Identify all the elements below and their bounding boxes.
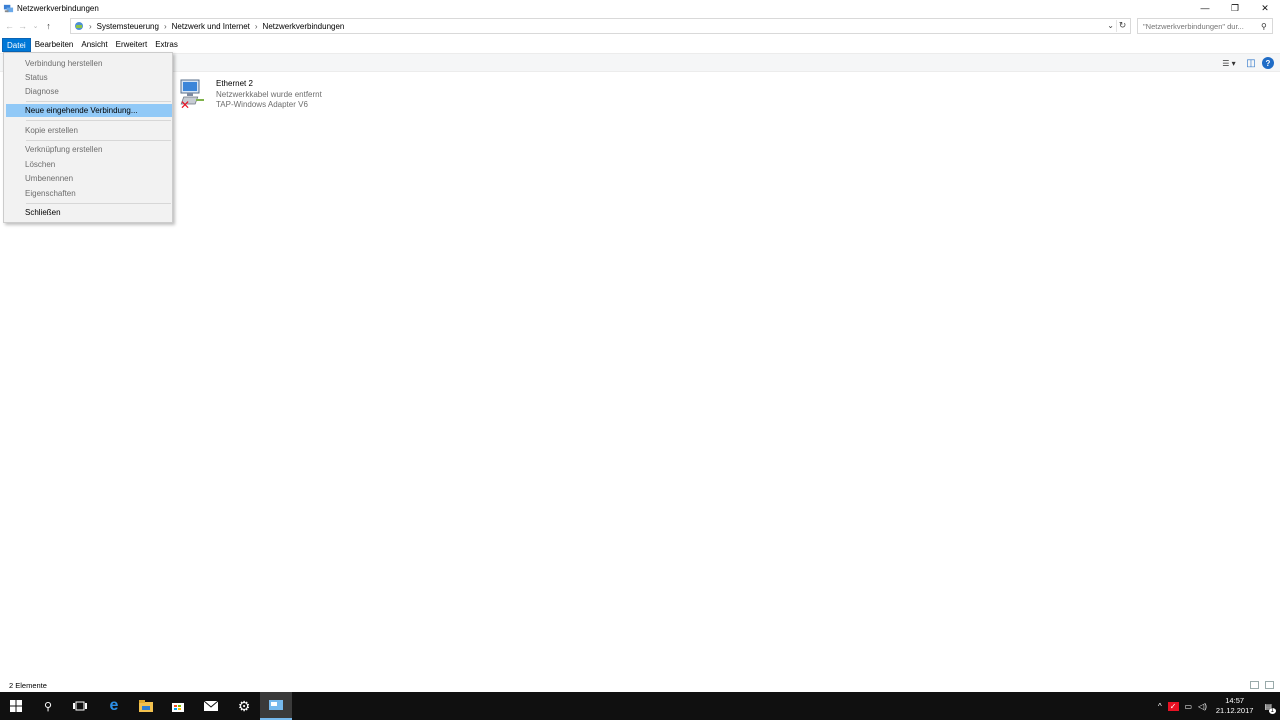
address-row: ← → ⌄ ↑ › Systemsteuerung › Netzwerk und… [0,17,1280,35]
breadcrumb-systemsteuerung[interactable]: Systemsteuerung [97,22,159,31]
file-menu: Verbindung herstellen Status Diagnose Ne… [3,52,173,223]
menu-bar: Datei Bearbeiten Ansicht Erweitert Extra… [0,38,1280,52]
search-icon[interactable]: ⚲ [32,692,64,720]
help-icon[interactable]: ? [1262,57,1274,69]
network-status-icon[interactable]: ▭ [1185,702,1193,711]
menu-item-umbenennen[interactable]: Umbenennen [6,172,172,185]
edge-browser-icon[interactable]: e [98,692,130,720]
address-dropdown-button[interactable]: ⌄ [1107,21,1114,30]
clock-time: 14:57 [1225,696,1245,705]
chevron-right-icon: › [163,21,167,31]
menu-extras[interactable]: Extras [151,38,182,52]
chevron-up-icon[interactable]: ^ [1158,702,1162,711]
menu-erweitert[interactable]: Erweitert [112,38,152,52]
network-connections-icon [3,4,14,12]
menu-item-eigenschaften[interactable]: Eigenschaften [6,187,172,200]
action-center-icon[interactable]: ▤ 1 [1264,702,1276,714]
details-view-icon[interactable] [1250,681,1259,689]
command-toolbar: ☰ ▾ ◫ ? [0,53,1280,72]
menu-item-verbindung-herstellen[interactable]: Verbindung herstellen [6,57,172,70]
connection-item-ethernet-2[interactable]: ✕ Ethernet 2 Netzwerkkabel wurde entfern… [178,77,348,113]
maximize-button[interactable]: ❐ [1220,0,1250,16]
menu-item-kopie-erstellen[interactable]: Kopie erstellen [6,124,172,137]
menu-item-status[interactable]: Status [6,71,172,84]
breadcrumb-netzwerkverbindungen[interactable]: Netzwerkverbindungen [263,22,345,31]
task-view-icon[interactable] [64,692,96,720]
menu-separator [26,203,171,204]
menu-item-neue-eingehende-verbindung[interactable]: Neue eingehende Verbindung... [6,104,172,117]
refresh-button[interactable]: ↻ [1116,20,1128,32]
menu-ansicht[interactable]: Ansicht [77,38,111,52]
system-tray: ^ ✓ ▭ ◁) 14:57 21.12.2017 ▤ 1 [1155,692,1280,720]
connection-name: Ethernet 2 [216,79,253,88]
menu-separator [26,120,171,121]
address-bar[interactable]: › Systemsteuerung › Netzwerk und Interne… [70,18,1131,34]
store-icon[interactable] [162,692,194,720]
menu-separator [26,140,171,141]
status-bar: 2 Elemente [0,680,1280,692]
chevron-right-icon: › [254,21,258,31]
clock-date: 21.12.2017 [1215,706,1254,715]
network-adapter-icon: ✕ [178,77,212,112]
network-connections-taskbar-icon[interactable] [260,692,292,720]
menu-item-diagnose[interactable]: Diagnose [6,85,172,98]
recent-locations-button[interactable]: ⌄ [29,19,42,33]
clock[interactable]: 14:57 21.12.2017 [1216,696,1254,716]
breadcrumb-netzwerk-und-internet[interactable]: Netzwerk und Internet [172,22,250,31]
window-controls: — ❐ ✕ [1190,0,1280,16]
forward-button[interactable]: → [16,19,29,33]
menu-datei[interactable]: Datei [2,38,31,52]
chevron-right-icon: › [89,21,92,31]
item-count: 2 Elemente [9,681,47,690]
window-title: Netzwerkverbindungen [17,3,99,13]
control-panel-icon [75,22,83,30]
back-button[interactable]: ← [3,19,16,33]
menu-separator [26,101,171,102]
search-box: ⚲ [1137,18,1273,34]
large-icons-view-icon[interactable] [1265,681,1274,689]
menu-item-loeschen[interactable]: Löschen [6,158,172,171]
search-input[interactable] [1143,21,1261,31]
taskbar: ⚲ e ⚙ ^ ✓ ▭ ◁) 14:57 21.12.2017 ▤ 1 [0,692,1280,720]
up-button[interactable]: ↑ [42,19,55,33]
view-options-button[interactable]: ☰ ▾ [1218,56,1240,70]
minimize-button[interactable]: — [1190,0,1220,16]
menu-bearbeiten[interactable]: Bearbeiten [31,38,78,52]
search-icon[interactable]: ⚲ [1261,22,1267,31]
menu-item-verknuepfung-erstellen[interactable]: Verknüpfung erstellen [6,143,172,156]
start-button[interactable] [0,692,32,720]
volume-icon[interactable]: ◁) [1198,702,1207,711]
connection-status: Netzwerkkabel wurde entfernt [216,89,322,99]
menu-item-schliessen[interactable]: Schließen [6,206,172,219]
preview-pane-button[interactable]: ◫ [1244,56,1258,70]
connection-adapter: TAP-Windows Adapter V6 [216,100,308,109]
title-bar: Netzwerkverbindungen — ❐ ✕ [0,0,1280,16]
file-explorer-icon[interactable] [130,692,162,720]
close-button[interactable]: ✕ [1250,0,1280,16]
mail-icon[interactable] [195,692,227,720]
notification-count: 1 [1268,707,1276,714]
windows-logo-icon [10,700,22,712]
antivirus-icon[interactable]: ✓ [1167,701,1179,711]
error-x-icon: ✕ [180,98,191,112]
settings-gear-icon[interactable]: ⚙ [228,692,260,720]
